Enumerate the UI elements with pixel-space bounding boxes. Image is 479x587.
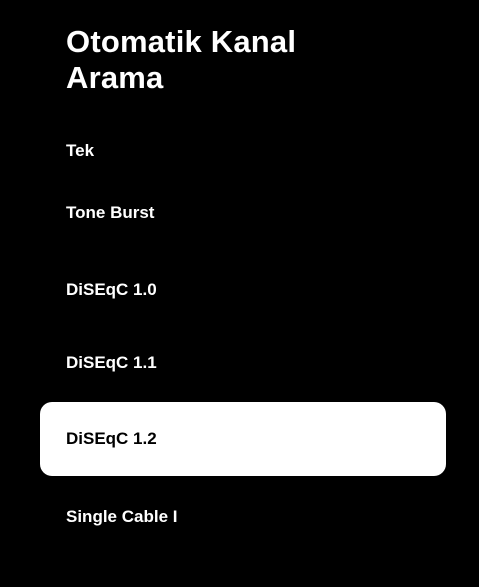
lnb-type-menu: Tek Tone Burst DiSEqC 1.0 DiSEqC 1.1 DiS… <box>0 0 479 587</box>
menu-item-tone-burst[interactable]: Tone Burst <box>40 176 446 250</box>
auto-channel-search-panel: Otomatik Kanal Arama Tek Tone Burst DiSE… <box>0 0 479 587</box>
menu-item-diseqc-1-1[interactable]: DiSEqC 1.1 <box>40 326 446 400</box>
menu-item-diseqc-1-2[interactable]: DiSEqC 1.2 <box>40 402 446 476</box>
menu-item-diseqc-1-0[interactable]: DiSEqC 1.0 <box>40 253 446 327</box>
menu-item-single-cable-i[interactable]: Single Cable I <box>40 480 446 554</box>
